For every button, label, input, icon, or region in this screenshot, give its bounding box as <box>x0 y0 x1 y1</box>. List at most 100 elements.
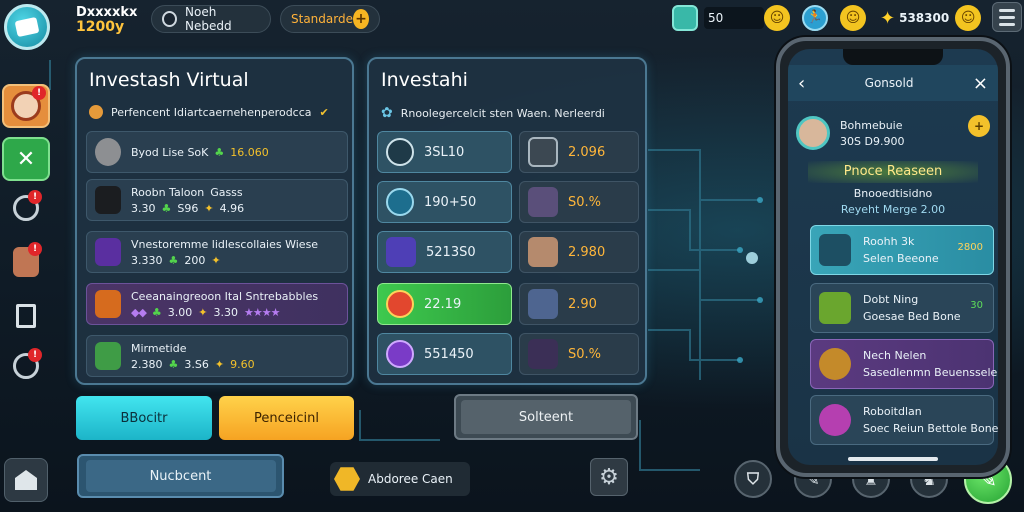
panel-subtitle-text: Perfencent Idiartcaernehenperodcca <box>111 105 312 119</box>
settings-button[interactable]: ⚙ <box>590 458 628 496</box>
investment-tile[interactable]: 2.980 <box>519 231 639 273</box>
investment-tile[interactable]: 2.096 <box>519 131 639 173</box>
tile-value: 2.980 <box>568 244 606 260</box>
logo-glyph-icon <box>14 16 40 38</box>
hexagon-icon <box>334 467 360 491</box>
info-icon <box>386 138 414 166</box>
sidebar-door-button[interactable] <box>2 294 50 338</box>
gear-icon: ⚙ <box>599 464 619 490</box>
phone-card[interactable]: Roboitdlan Soec Reiun Bettole Bone <box>810 395 998 445</box>
tile-value: 2.90 <box>568 296 597 312</box>
smiley-icon: ☺ <box>955 5 982 31</box>
investment-tile[interactable]: S0.% <box>519 333 639 375</box>
sword-icon <box>95 290 121 318</box>
phone-card[interactable]: Dobt Ning Goesae Bed Bone 30 <box>810 283 994 333</box>
standard-button[interactable]: Standarde + <box>280 5 380 33</box>
panel-title: Investash Virtual <box>89 69 249 91</box>
resource-d[interactable]: ☺ <box>840 4 866 32</box>
phone-banner: Pnoce Reaseen <box>808 161 978 183</box>
row-stat: 16.060 <box>230 145 269 159</box>
nucbcent-button-label: Nucbcent <box>85 460 276 492</box>
investment-row[interactable]: Roobn Taloon Gasss 3.30 ♣ S96 ✦ 4.96 <box>86 179 348 221</box>
investment-panel: Investash Virtual Perfencent Idiartcaern… <box>75 57 354 385</box>
investment-row[interactable]: Ceeanaingreoon Ital Sntrebabbles ◆◆ ♣ 3.00… <box>86 283 348 325</box>
card-subtitle: Sasedlenmn Beuenssele <box>863 366 998 379</box>
row-name: Mirmetide <box>131 341 187 355</box>
row-stat: 3.330 <box>131 253 163 267</box>
sidebar-settings-button[interactable]: ! <box>2 186 50 230</box>
plus-coin-icon: + <box>352 9 369 29</box>
address-chip[interactable]: Abdoree Caen <box>330 462 470 496</box>
phone-profile: Bohmebuie 30S D9.900 + <box>796 109 990 157</box>
notification-badge: ! <box>28 242 42 256</box>
investment-tile-selected[interactable]: 22.19 <box>377 283 512 325</box>
home-button[interactable] <box>4 458 48 502</box>
phone-screen: ‹ Gonsold × Bohmebuie 30S D9.900 + Pnoce… <box>788 49 998 465</box>
investment-row[interactable]: Vnestoremme lidlescollaies Wiese 3.330 ♣ 2… <box>86 231 348 273</box>
tile-value: 5213S0 <box>426 244 476 260</box>
crossed-tools-icon: ✕ <box>16 146 36 172</box>
investment-row[interactable]: Mirmetide 2.380 ♣ 3.S6 ✦ 9.60 <box>86 335 348 377</box>
bottom-nav-button[interactable]: ⛉ <box>734 460 772 498</box>
notification-badge: ! <box>28 348 42 362</box>
nucbcent-button[interactable]: Nucbcent <box>77 454 284 498</box>
link-icon <box>386 188 414 216</box>
sidebar-crossed-tools-button[interactable]: ✕ <box>2 137 50 181</box>
resource-c[interactable]: 🏃 <box>802 4 828 32</box>
cash-icon <box>95 342 121 370</box>
wand-icon <box>386 237 416 267</box>
app-logo[interactable] <box>4 4 50 50</box>
investment-tile[interactable]: 5213S0 <box>377 231 512 273</box>
primary-action-button[interactable]: BBocitr <box>76 396 212 440</box>
door-icon <box>16 304 36 328</box>
player-name: Dxxxxkx 1200y <box>76 5 138 35</box>
investment-tile[interactable]: 3SL10 <box>377 131 512 173</box>
investment-tile[interactable]: 2.90 <box>519 283 639 325</box>
server-selector[interactable]: Noeh Nebedd <box>151 5 271 33</box>
phone-info-line: Reyeht Merge 2.00 <box>840 203 946 216</box>
row-stat: 3.00 <box>167 305 193 319</box>
notification-badge: ! <box>28 190 42 204</box>
card-subtitle: Selen Beeone <box>863 252 939 265</box>
sidebar-target-button[interactable]: ! <box>2 344 50 388</box>
row-name: Ceeanaingreoon Ital Sntrebabbles <box>131 289 319 303</box>
phone-card[interactable]: Roohh 3k Selen Beeone 2800 <box>810 225 994 275</box>
server-label: Noeh Nebedd <box>185 5 232 33</box>
investment-row[interactable]: Byod Lise SoK ♣ 16.060 <box>86 131 348 173</box>
phone-header: ‹ Gonsold × <box>788 65 998 101</box>
back-icon[interactable]: ‹ <box>798 73 805 94</box>
tile-value: 190+50 <box>424 194 477 210</box>
address-chip-label: Abdoree Caen <box>368 472 453 486</box>
row-tag: Gasss <box>210 185 243 199</box>
hamburger-menu-button[interactable] <box>992 2 1022 32</box>
avatar <box>796 116 830 150</box>
resource-b[interactable]: ☺ <box>764 4 790 32</box>
card-value: 30 <box>970 300 983 311</box>
notification-badge: ! <box>32 86 46 100</box>
investment-tile[interactable]: S0.% <box>519 181 639 223</box>
phone-card[interactable]: Nech Nelen Sasedlenmn Beuenssele <box>810 339 998 389</box>
row-stat: 3.30 <box>131 201 156 215</box>
tile-value: 551450 <box>424 346 474 362</box>
secondary-action-button[interactable]: Penceicinl <box>219 396 354 440</box>
sidebar-character-button[interactable]: ! <box>2 240 50 284</box>
tile-value: 22.19 <box>424 296 462 312</box>
row-stat: 9.60 <box>230 357 255 371</box>
player-name-line2: 1200y <box>76 19 125 35</box>
sidebar-avatar-button[interactable]: ! <box>2 84 50 128</box>
player-name-line1: Dxxxxkx <box>76 5 138 20</box>
close-icon[interactable]: × <box>973 73 988 94</box>
tile-value: 3SL10 <box>424 144 465 160</box>
phone-notch <box>843 49 943 65</box>
card-title: Nech Nelen <box>863 349 927 362</box>
select-button[interactable]: Solteent <box>454 394 638 440</box>
portrait-icon <box>528 237 558 267</box>
tile-value: S0.% <box>568 194 602 210</box>
investment-tile[interactable]: 551450 <box>377 333 512 375</box>
investment-tile[interactable]: 190+50 <box>377 181 512 223</box>
gold-star-icon: ✦ <box>880 7 896 29</box>
gems-icon <box>819 404 851 436</box>
phone-info-line: Bnooedtisidno <box>853 187 933 200</box>
coin-icon[interactable]: + <box>968 115 990 137</box>
tile-value: 2.096 <box>568 144 606 160</box>
